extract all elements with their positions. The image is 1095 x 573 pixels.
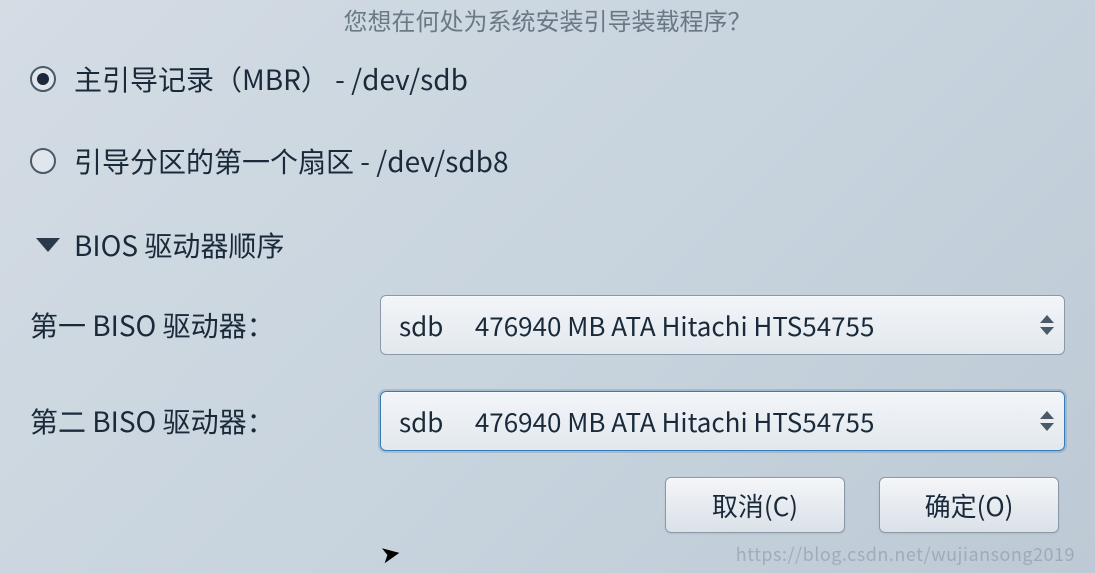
bios-order-label: BIOS 驱动器顺序 [74,225,284,265]
second-drive-device: sdb [399,403,469,440]
first-bios-drive-row: 第一 BISO 驱动器： sdb 476940 MB ATA Hitachi H… [30,295,1065,355]
radio-mbr-indicator [30,66,56,92]
chevron-down-icon [36,238,60,252]
second-drive-desc: 476940 MB ATA Hitachi HTS54755 [475,403,875,440]
second-bios-drive-value: sdb 476940 MB ATA Hitachi HTS54755 [399,403,874,440]
watermark-text: https://blog.csdn.net/wujiansong2019 [736,541,1075,567]
first-bios-drive-value: sdb 476940 MB ATA Hitachi HTS54755 [399,307,874,344]
ok-button[interactable]: 确定(O) [879,477,1059,533]
second-bios-drive-row: 第二 BISO 驱动器： sdb 476940 MB ATA Hitachi H… [30,391,1065,451]
radio-mbr[interactable]: 主引导记录（MBR） - /dev/sdb [30,59,1065,99]
first-bios-drive-combobox[interactable]: sdb 476940 MB ATA Hitachi HTS54755 [380,295,1065,355]
dialog-question: 您想在何处为系统安装引导装载程序？ [30,0,1065,37]
bios-order-expander[interactable]: BIOS 驱动器顺序 [30,225,1065,265]
cancel-button[interactable]: 取消(C) [665,477,845,533]
radio-first-sector-label: 引导分区的第一个扇区 - /dev/sdb8 [74,141,509,181]
combobox-spinner-icon [1040,411,1054,431]
cancel-button-label: 取消(C) [712,487,798,524]
radio-first-sector[interactable]: 引导分区的第一个扇区 - /dev/sdb8 [30,141,1065,181]
first-drive-desc: 476940 MB ATA Hitachi HTS54755 [475,307,875,344]
first-bios-drive-label: 第一 BISO 驱动器： [30,305,350,345]
second-bios-drive-label: 第二 BISO 驱动器： [30,401,350,441]
radio-selected-dot [37,73,49,85]
mouse-cursor-icon: ➤ [377,533,403,571]
radio-first-sector-indicator [30,148,56,174]
first-drive-device: sdb [399,307,469,344]
ok-button-label: 确定(O) [925,487,1014,524]
radio-mbr-label: 主引导记录（MBR） - /dev/sdb [74,59,468,99]
dialog-buttons: 取消(C) 确定(O) [665,477,1059,533]
second-bios-drive-combobox[interactable]: sdb 476940 MB ATA Hitachi HTS54755 [380,391,1065,451]
bootloader-dialog: 您想在何处为系统安装引导装载程序？ 主引导记录（MBR） - /dev/sdb … [0,0,1095,573]
combobox-spinner-icon [1040,315,1054,335]
